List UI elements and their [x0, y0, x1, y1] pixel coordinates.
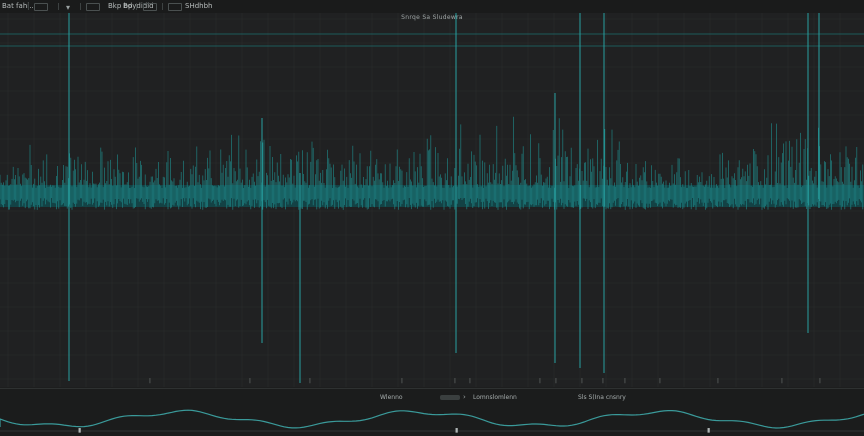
x-tick: | — [781, 378, 783, 384]
waveform-canvas[interactable] — [0, 13, 864, 387]
toolbar-separator — [136, 3, 137, 10]
x-tick: | — [624, 378, 626, 384]
waveform-plot[interactable] — [0, 13, 864, 387]
toolbar-separator — [28, 3, 29, 10]
toolbar-separator — [162, 3, 163, 10]
x-tick: | — [309, 378, 311, 384]
x-tick: | — [149, 378, 151, 384]
toolbar-separator — [58, 3, 59, 10]
overview-slider[interactable] — [440, 395, 460, 400]
toolbar-item-4[interactable]: SHdhbh — [185, 0, 212, 13]
x-tick: | — [602, 378, 604, 384]
plot-title: Snrqe Sa Sludewra — [401, 14, 463, 21]
x-tick: | — [819, 378, 821, 384]
overview-marker[interactable]: ▮ — [707, 427, 710, 434]
x-tick: | — [717, 378, 719, 384]
x-tick: | — [249, 378, 251, 384]
overview-panel[interactable]: Wlenno › Lomnslomlenn Sls S(Ina cnsnry ▮… — [0, 388, 864, 436]
toolbar-field-3[interactable] — [143, 3, 157, 11]
x-axis: | | | | | | | | | | | | | | | — [0, 378, 864, 388]
toolbar-field-4[interactable] — [168, 3, 182, 11]
overview-label-right: Sls S(Ina cnsnry — [578, 394, 626, 401]
overview-trace — [0, 409, 864, 429]
toolbar-field-1[interactable] — [34, 3, 48, 11]
x-tick: | — [454, 378, 456, 384]
x-tick: | — [539, 378, 541, 384]
x-tick: | — [581, 378, 583, 384]
toolbar-field-2[interactable] — [86, 3, 100, 11]
x-tick: | — [659, 378, 661, 384]
toolbar-separator — [80, 3, 81, 10]
overview-marker[interactable]: ▮ — [455, 427, 458, 434]
x-tick: | — [555, 378, 557, 384]
toolbar: Bat fahi.. ▾ Bkp bp Bdydidid SHdhbh — [0, 0, 864, 14]
overview-label-left: Wlenno — [380, 394, 403, 401]
chevron-icon[interactable]: › — [463, 393, 466, 401]
x-tick: | — [469, 378, 471, 384]
overview-marker[interactable]: ▮ — [78, 427, 81, 434]
overview-waveform[interactable] — [0, 389, 864, 436]
x-tick: | — [401, 378, 403, 384]
overview-label-mid: Lomnslomlenn — [473, 394, 517, 401]
